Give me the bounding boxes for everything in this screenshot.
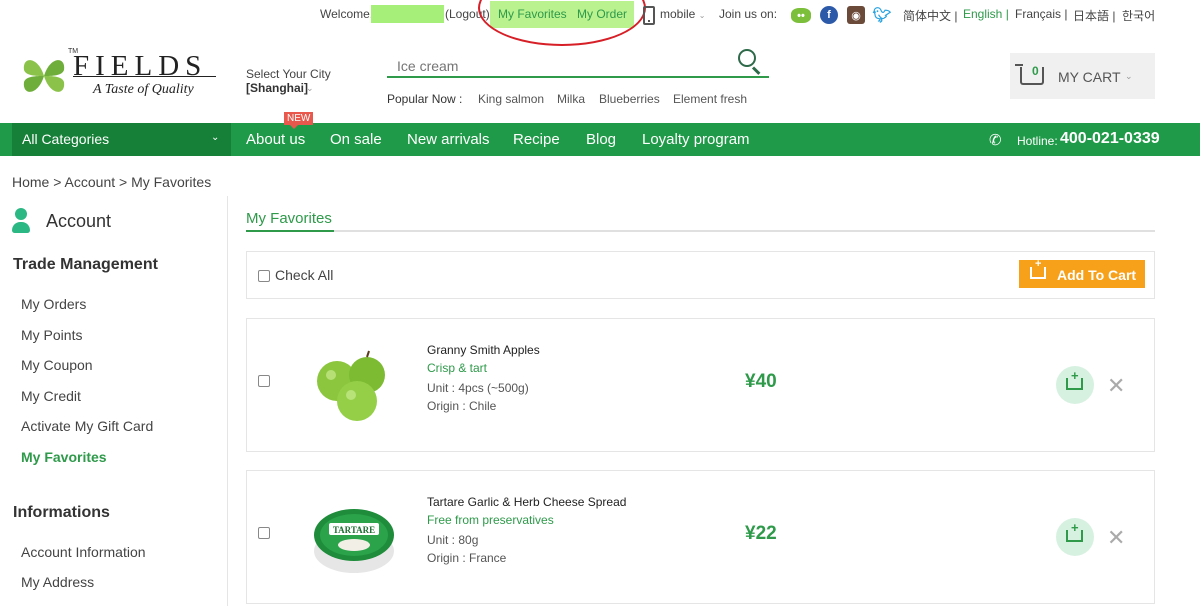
cheese-lid-text: TARTARE — [333, 525, 375, 535]
add-item-to-cart-button[interactable] — [1056, 518, 1094, 556]
city-selector-value[interactable]: [Shanghai] — [246, 81, 308, 95]
cart-count: 0 — [1032, 64, 1039, 78]
check-all-label[interactable]: Check All — [275, 267, 333, 283]
all-categories-label: All Categories — [22, 131, 110, 147]
search-icon[interactable] — [738, 49, 756, 67]
sidebar-item-my-credit[interactable]: My Credit — [21, 388, 81, 404]
new-badge: NEW — [284, 112, 314, 129]
sidebar-item-my-favorites[interactable]: My Favorites — [21, 449, 107, 465]
cart-plus-icon — [1066, 520, 1083, 542]
add-item-to-cart-button[interactable] — [1056, 366, 1094, 404]
cart-label: MY CART — [1058, 69, 1121, 85]
product-name[interactable]: Tartare Garlic & Herb Cheese Spread — [427, 495, 626, 509]
main-nav: All Categories ⌄ About us NEW On sale Ne… — [0, 112, 1200, 156]
sidebar-title: Account — [46, 211, 112, 231]
favorite-item: TARTARE Tartare Garlic & Herb Cheese Spr… — [246, 470, 1155, 604]
logo-wordmark[interactable]: FIELDS — [73, 50, 207, 83]
logo-divider — [73, 76, 216, 77]
lang-chinese[interactable]: 简体中文 | — [903, 7, 957, 24]
join-us-label: Join us on: — [719, 7, 778, 21]
sidebar-item-gift-card[interactable]: Activate My Gift Card — [21, 418, 153, 434]
item-checkbox[interactable] — [258, 375, 270, 387]
chevron-down-icon: ⌄ — [211, 132, 220, 143]
product-name[interactable]: Granny Smith Apples — [427, 343, 540, 357]
popular-link[interactable]: King salmon — [478, 92, 544, 106]
sidebar-item-my-orders[interactable]: My Orders — [21, 296, 86, 312]
annotation-circle — [478, 0, 646, 46]
product-unit: Unit : 4pcs (~500g) — [427, 381, 529, 395]
check-all-checkbox[interactable] — [258, 270, 270, 282]
chevron-down-icon[interactable]: ⌄ — [306, 83, 314, 94]
lang-english[interactable]: English | — [963, 7, 1009, 21]
fields-logo-icon[interactable] — [20, 52, 68, 100]
username-redacted — [371, 5, 444, 23]
tab-underline — [246, 230, 1155, 232]
cart-plus-icon — [1066, 368, 1083, 390]
account-sidebar: Account Trade Management My Orders My Po… — [0, 196, 228, 606]
mobile-phone-icon[interactable] — [643, 6, 655, 25]
user-icon — [12, 208, 30, 234]
facebook-icon[interactable]: f — [820, 6, 838, 24]
close-icon[interactable]: ✕ — [1107, 373, 1125, 399]
popular-now-label: Popular Now : — [387, 92, 463, 106]
nav-recipe[interactable]: Recipe — [513, 131, 560, 148]
add-to-cart-button[interactable]: Add To Cart — [1019, 258, 1145, 288]
cheese-spread-image[interactable]: TARTARE — [309, 493, 399, 583]
welcome-text: Welcome, — [320, 7, 374, 21]
product-tag: Free from preservatives — [427, 513, 554, 527]
search-input[interactable] — [397, 57, 727, 75]
product-origin: Origin : Chile — [427, 399, 497, 413]
product-price: ¥22 — [745, 523, 777, 544]
nav-loyalty-program[interactable]: Loyalty program — [642, 131, 750, 148]
product-tag: Crisp & tart — [427, 361, 488, 375]
hotline-number[interactable]: 400-021-0339 — [1060, 130, 1160, 148]
popular-link[interactable]: Milka — [557, 92, 585, 106]
check-all-bar: Check All Add To Cart — [246, 251, 1155, 299]
my-cart-button[interactable]: 0 MY CART ⌄ — [1010, 53, 1155, 99]
product-origin: Origin : France — [427, 551, 507, 565]
breadcrumb[interactable]: Home > Account > My Favorites — [12, 174, 211, 190]
chevron-down-icon: ⌄ — [1125, 71, 1133, 81]
nav-new-arrivals[interactable]: New arrivals — [407, 131, 490, 148]
search-bar — [387, 52, 769, 78]
product-unit: Unit : 80g — [427, 533, 479, 547]
twitter-icon[interactable]: 🐦︎ — [872, 6, 891, 24]
popular-link[interactable]: Blueberries — [599, 92, 660, 106]
popular-link[interactable]: Element fresh — [673, 92, 747, 106]
favorite-item: Granny Smith Apples Crisp & tart Unit : … — [246, 318, 1155, 452]
item-checkbox[interactable] — [258, 527, 270, 539]
instagram-icon[interactable]: ◉ — [847, 6, 865, 24]
tab-my-favorites[interactable]: My Favorites — [246, 210, 332, 227]
top-bar: Welcome, (Logout) My Favorites My Order … — [0, 0, 1200, 46]
city-selector-label[interactable]: Select Your City — [246, 67, 331, 81]
close-icon[interactable]: ✕ — [1107, 525, 1125, 551]
nav-about-us[interactable]: About us — [246, 131, 305, 148]
lang-korean[interactable]: 한국어 — [1122, 7, 1155, 24]
lang-french[interactable]: Français | — [1015, 7, 1067, 21]
hotline-label: Hotline: — [1017, 134, 1058, 148]
sidebar-item-my-coupon[interactable]: My Coupon — [21, 357, 93, 373]
nav-blog[interactable]: Blog — [586, 131, 616, 148]
section-informations: Informations — [13, 504, 110, 521]
product-price: ¥40 — [745, 371, 777, 392]
sidebar-item-my-points[interactable]: My Points — [21, 327, 82, 343]
section-trade-management: Trade Management — [13, 256, 158, 273]
logo-tagline: A Taste of Quality — [93, 82, 194, 97]
phone-icon: ✆ — [989, 132, 1002, 149]
cart-add-icon — [1030, 258, 1046, 279]
mobile-link[interactable]: mobile ⌄ — [660, 7, 705, 21]
nav-on-sale[interactable]: On sale — [330, 131, 382, 148]
all-categories-dropdown[interactable]: All Categories ⌄ — [12, 123, 231, 156]
add-to-cart-label: Add To Cart — [1057, 267, 1137, 283]
wechat-icon[interactable]: •• — [791, 8, 811, 23]
apples-image[interactable] — [309, 341, 399, 431]
sidebar-item-account-information[interactable]: Account Information — [21, 544, 146, 560]
sidebar-item-my-address[interactable]: My Address — [21, 574, 94, 590]
lang-japanese[interactable]: 日本語 | — [1073, 7, 1115, 24]
